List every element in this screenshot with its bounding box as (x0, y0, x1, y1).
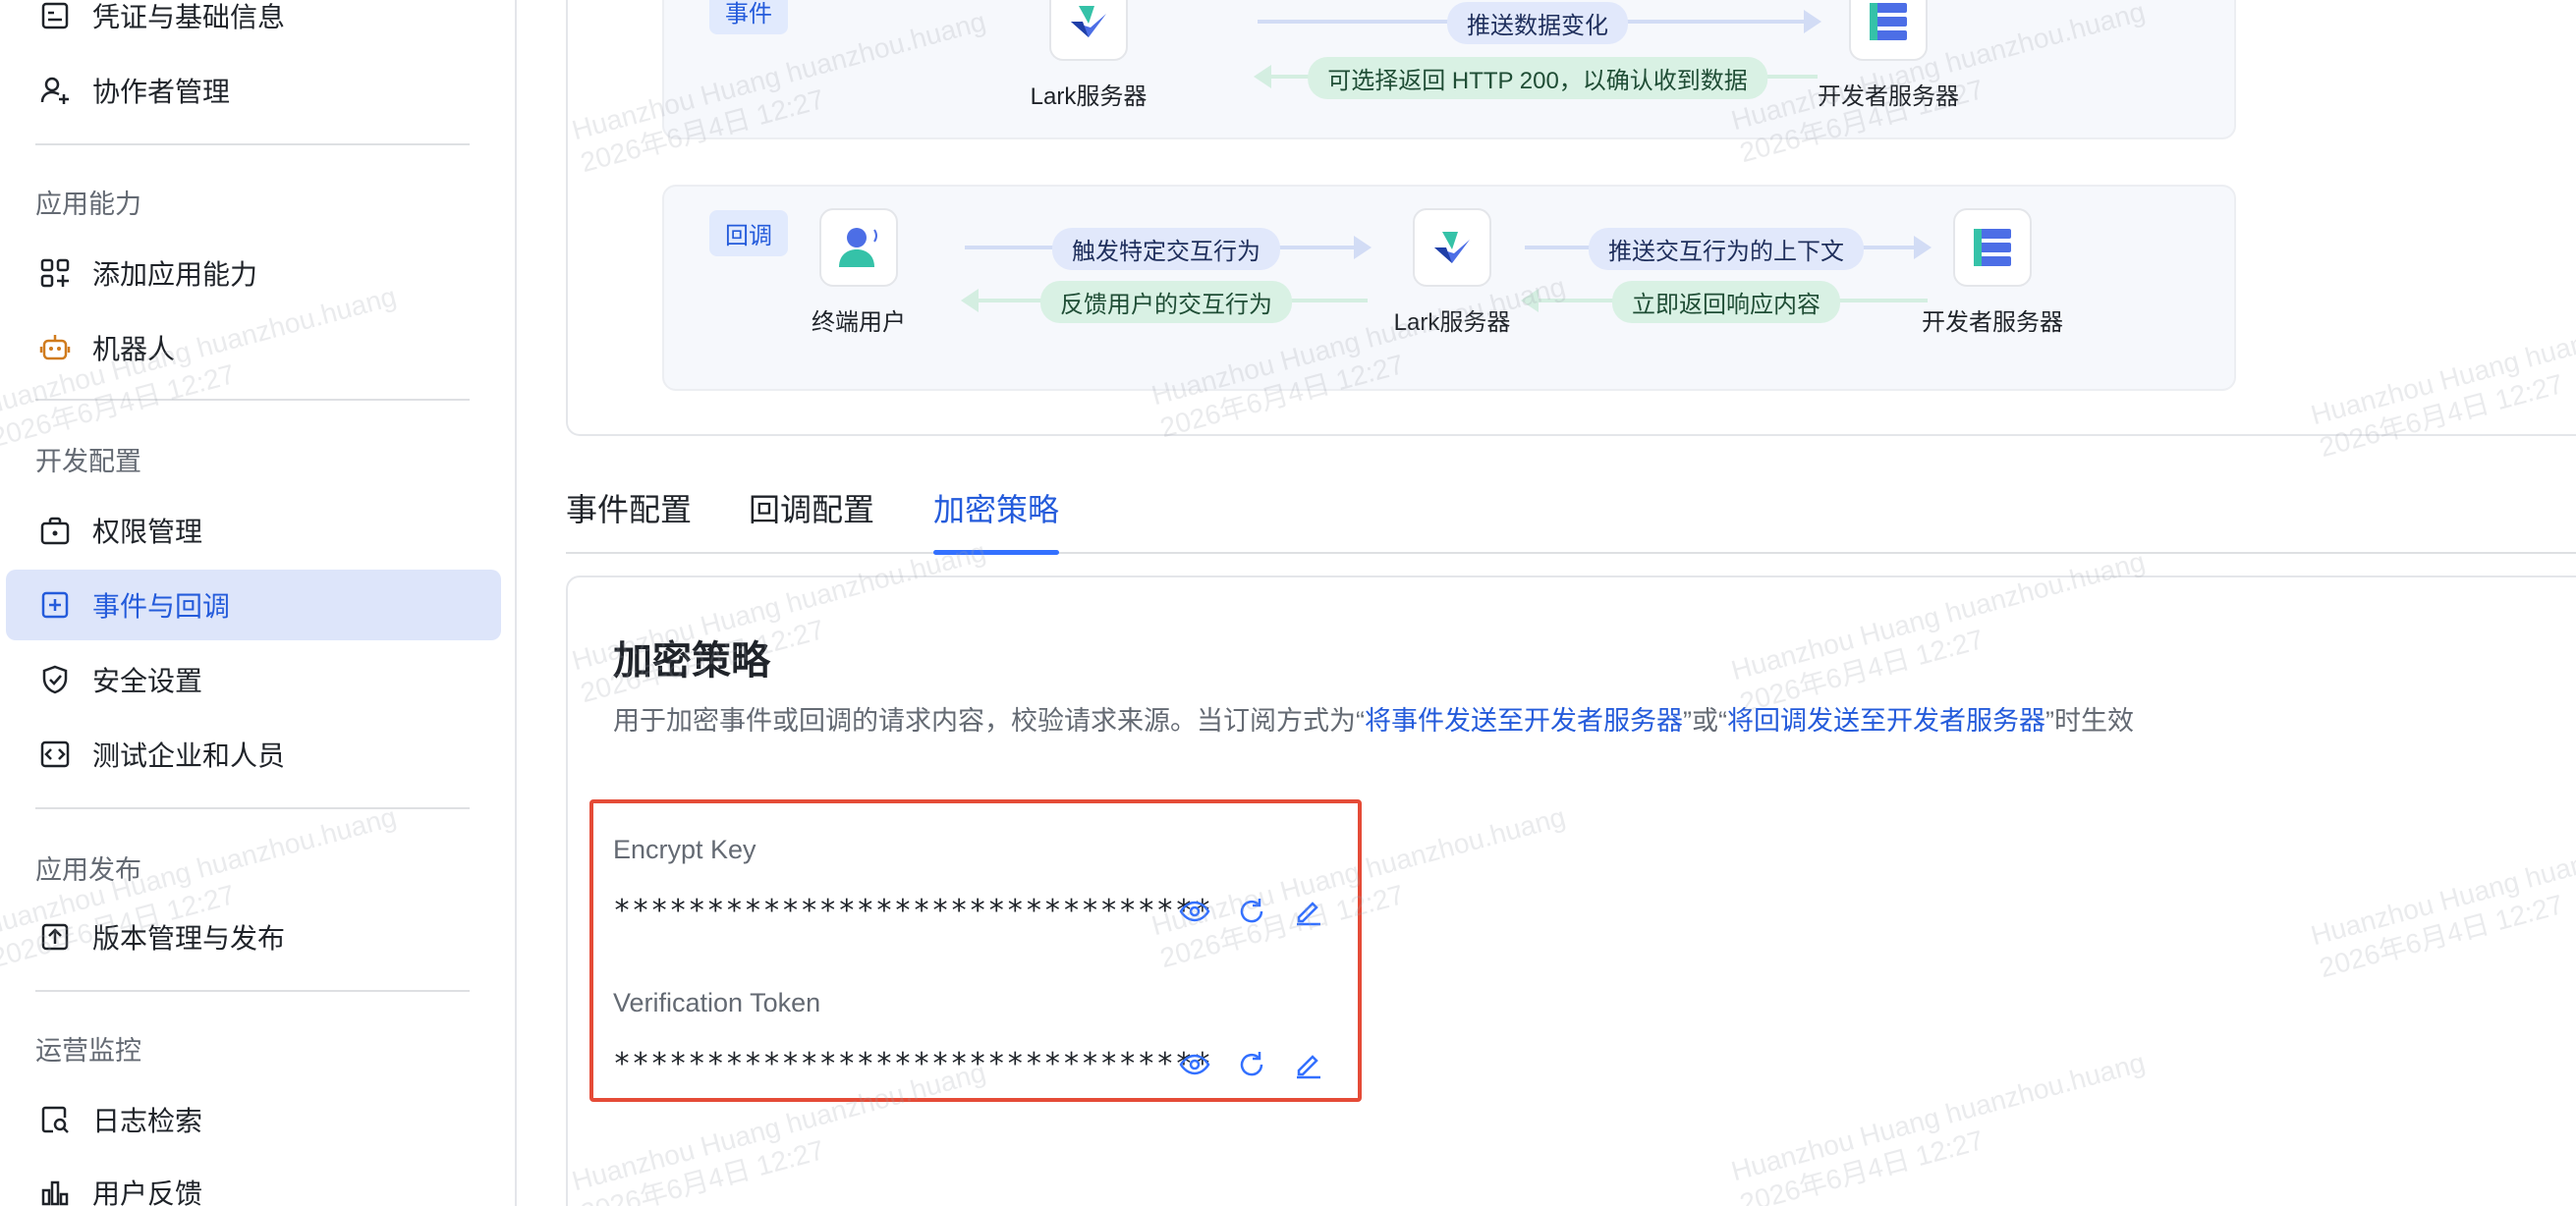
callback-flow-panel: 回调 终端用户 触发特定交互行为 反馈用户的交互行为 Lark服务器 推送交互行… (662, 185, 2236, 391)
sidebar-divider (35, 143, 470, 145)
sidebar-divider (35, 807, 470, 809)
permission-icon (37, 513, 73, 548)
config-tabs: 事件配置 回调配置 加密策略 (566, 471, 2576, 555)
sidebar-item-label: 测试企业和人员 (92, 740, 286, 771)
group-label-ops-monitor: 运营监控 (35, 1036, 141, 1066)
end-user-node: 终端用户 (751, 208, 967, 337)
sidebar-item-label: 事件与回调 (92, 591, 231, 622)
release-icon (37, 919, 73, 955)
event-return-arrow: 可选择返回 HTTP 200，以确认收到数据 (1254, 57, 1818, 99)
end-user-caption: 终端用户 (812, 309, 906, 336)
credential-icon (37, 0, 73, 33)
sidebar-item-events-callbacks[interactable]: 事件与回调 (6, 570, 501, 640)
sidebar-item-add-capability[interactable]: 添加应用能力 (6, 238, 501, 308)
sidebar-item-collaborators[interactable]: 协作者管理 (6, 55, 501, 126)
callback-respond-arrow: 立即返回响应内容 (1521, 281, 1928, 323)
eye-icon[interactable] (1175, 892, 1214, 931)
security-icon (37, 662, 73, 697)
tab-event-config[interactable]: 事件配置 (566, 485, 692, 554)
sidebar-item-label: 安全设置 (92, 666, 203, 696)
verification-token-label: Verification Token (613, 988, 821, 1017)
sidebar-item-label: 日志检索 (92, 1106, 203, 1136)
feedback-icon (37, 1175, 73, 1206)
tab-callback-config[interactable]: 回调配置 (749, 485, 874, 554)
link-send-events-to-dev-server[interactable]: 将事件发送至开发者服务器 (1365, 706, 1683, 736)
event-push-label: 推送数据变化 (1447, 2, 1628, 44)
main-content: 事件 Lark服务器 推送数据变化 可选择返回 HTTP 200，以确认收到数据 (517, 0, 2576, 1206)
flow-card: 事件 Lark服务器 推送数据变化 可选择返回 HTTP 200，以确认收到数据 (566, 0, 2576, 436)
desc-text: 用于加密事件或回调的请求内容，校验请求来源。当订阅方式为“ (613, 706, 1365, 736)
sidebar-item-security[interactable]: 安全设置 (6, 644, 501, 715)
app-capability-icon (37, 255, 73, 291)
callback-trigger-arrow: 触发特定交互行为 (965, 228, 1372, 270)
sidebar: 凭证与基础信息 协作者管理 应用能力 添加应用能力 机器人 开发配置 权限管理 … (0, 0, 517, 1206)
callback-feedback-arrow: 反馈用户的交互行为 (961, 281, 1368, 323)
eye-icon[interactable] (1175, 1045, 1214, 1084)
sidebar-divider (35, 399, 470, 401)
server-icon (1849, 0, 1928, 61)
callback-feedback-label: 反馈用户的交互行为 (1040, 281, 1292, 323)
sidebar-item-label: 用户反馈 (92, 1179, 203, 1206)
tab-encryption-policy[interactable]: 加密策略 (933, 485, 1060, 555)
group-label-app-capability: 应用能力 (35, 190, 141, 219)
sidebar-item-log-search[interactable]: 日志检索 (6, 1084, 501, 1155)
event-push-arrow: 推送数据变化 (1258, 2, 1821, 44)
group-label-dev-config: 开发配置 (35, 447, 141, 476)
event-lark-server-node: Lark服务器 (980, 0, 1197, 111)
event-lark-server-caption: Lark服务器 (1030, 83, 1148, 110)
user-icon (819, 208, 898, 287)
sidebar-item-permissions[interactable]: 权限管理 (6, 495, 501, 566)
sidebar-item-credentials[interactable]: 凭证与基础信息 (6, 0, 501, 51)
encrypt-key-label: Encrypt Key (613, 835, 756, 864)
callback-trigger-label: 触发特定交互行为 (1052, 228, 1280, 270)
server-icon (1953, 208, 2032, 287)
callback-push-context-label: 推送交互行为的上下文 (1589, 228, 1864, 270)
callback-dev-server-caption: 开发者服务器 (1922, 309, 2063, 336)
add-collaborator-icon (37, 73, 73, 108)
sidebar-item-label: 添加应用能力 (92, 259, 258, 290)
refresh-icon[interactable] (1232, 892, 1271, 931)
event-callback-icon (37, 587, 73, 623)
event-flow-tag: 事件 (709, 0, 788, 34)
event-flow-panel: 事件 Lark服务器 推送数据变化 可选择返回 HTTP 200，以确认收到数据 (662, 0, 2236, 139)
sidebar-item-label: 版本管理与发布 (92, 923, 286, 954)
event-return-label: 可选择返回 HTTP 200，以确认收到数据 (1308, 57, 1767, 99)
link-send-callbacks-to-dev-server[interactable]: 将回调发送至开发者服务器 (1727, 706, 2045, 736)
sidebar-item-feedback[interactable]: 用户反馈 (6, 1157, 501, 1206)
encrypt-key-value: ******************************** (613, 894, 1212, 928)
sidebar-item-release[interactable]: 版本管理与发布 (6, 902, 501, 972)
lark-logo-icon (1049, 0, 1128, 61)
edit-icon[interactable] (1289, 1045, 1328, 1084)
edit-icon[interactable] (1289, 892, 1328, 931)
sidebar-item-robot[interactable]: 机器人 (6, 312, 501, 383)
encryption-description: 用于加密事件或回调的请求内容，校验请求来源。当订阅方式为“将事件发送至开发者服务… (613, 699, 2185, 742)
desc-text: ”时生效 (2044, 706, 2134, 736)
event-dev-server-caption: 开发者服务器 (1818, 83, 1959, 110)
sidebar-item-label: 协作者管理 (92, 77, 231, 107)
section-title: 加密策略 (613, 639, 770, 683)
sidebar-item-label: 权限管理 (92, 517, 203, 547)
sidebar-item-label: 凭证与基础信息 (92, 2, 286, 32)
log-search-icon (37, 1102, 73, 1137)
refresh-icon[interactable] (1232, 1045, 1271, 1084)
callback-dev-server-node: 开发者服务器 (1884, 208, 2100, 337)
group-label-app-release: 应用发布 (35, 855, 141, 885)
callback-respond-label: 立即返回响应内容 (1612, 281, 1840, 323)
verification-token-value: ******************************** (613, 1047, 1212, 1081)
robot-icon (37, 330, 73, 365)
sidebar-item-label: 机器人 (92, 334, 176, 364)
lark-logo-icon (1413, 208, 1491, 287)
sidebar-item-test-company[interactable]: 测试企业和人员 (6, 719, 501, 790)
test-company-icon (37, 737, 73, 772)
callback-push-context-arrow: 推送交互行为的上下文 (1525, 228, 1932, 270)
desc-text: ”或“ (1683, 706, 1727, 736)
sidebar-divider (35, 990, 470, 992)
event-dev-server-node: 开发者服务器 (1780, 0, 1996, 111)
